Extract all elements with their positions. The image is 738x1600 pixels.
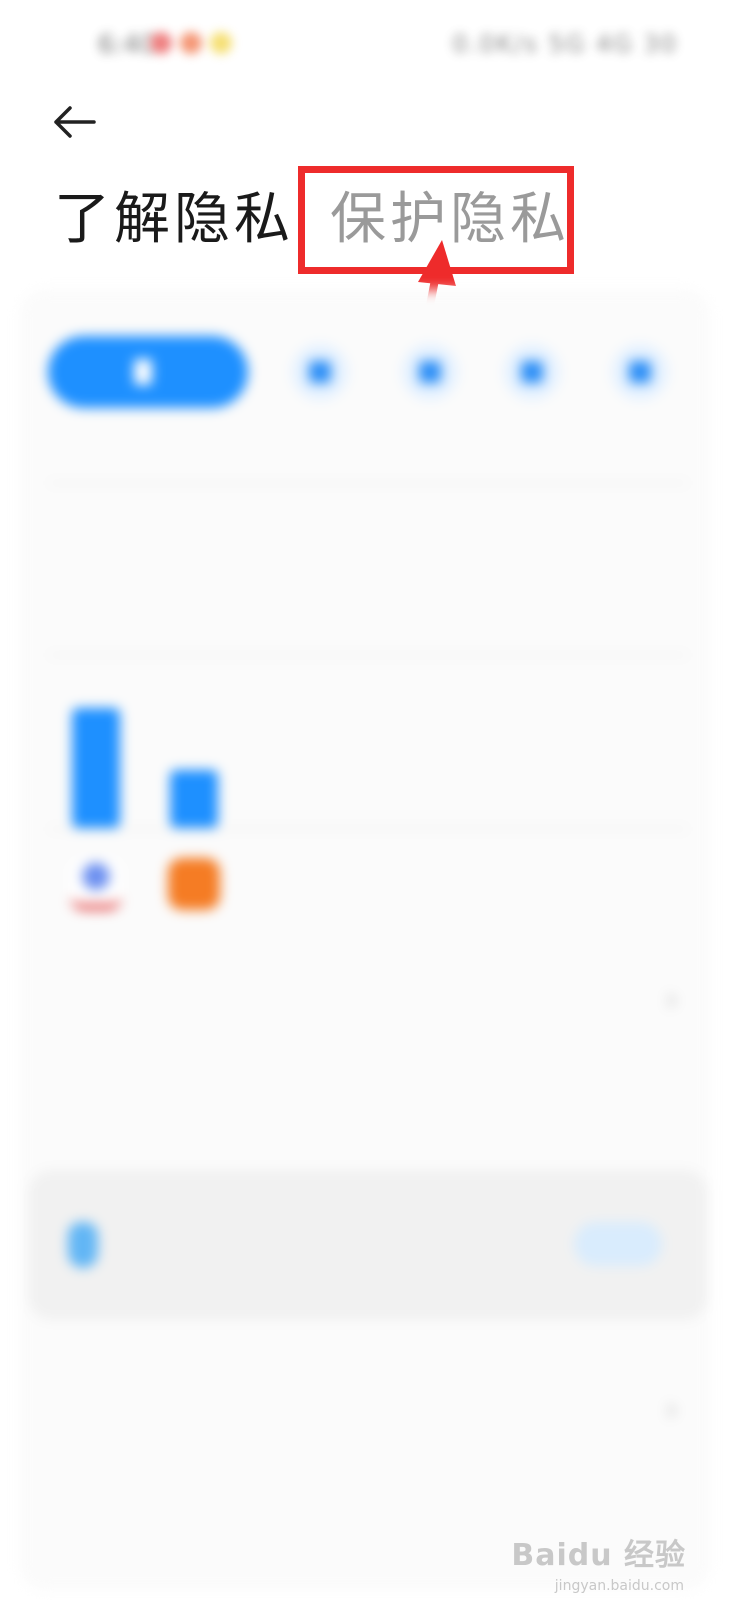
notification-icon — [210, 32, 232, 54]
annotation-highlight-box — [298, 166, 574, 274]
person-icon — [134, 359, 152, 385]
notification-icons — [150, 32, 232, 54]
baidu-watermark-url: jingyan.baidu.com — [554, 1578, 684, 1594]
app-icon — [70, 858, 122, 910]
privacy-content: › › — [0, 290, 738, 1600]
app-icon — [168, 858, 220, 910]
baidu-watermark: Baidu 经验 — [511, 1538, 686, 1573]
location-icon — [419, 361, 441, 383]
chart-gridline — [48, 482, 688, 484]
usage-bar[interactable] — [170, 770, 218, 828]
tab-understand-privacy[interactable]: 了解隐私 — [54, 180, 294, 260]
filter-location-button[interactable] — [402, 344, 458, 400]
filter-camera-button[interactable] — [504, 344, 560, 400]
filter-folder-button[interactable] — [612, 344, 668, 400]
chart-gridline — [48, 654, 688, 656]
notification-icon — [180, 32, 202, 54]
folder-icon — [629, 361, 651, 383]
person-icon — [309, 361, 331, 383]
status-time: 6:40 — [98, 30, 157, 60]
filter-pill-all[interactable] — [48, 336, 248, 408]
arrow-left-icon — [54, 106, 96, 138]
filter-person-button[interactable] — [292, 344, 348, 400]
usage-bar[interactable] — [72, 708, 120, 828]
content-card — [20, 290, 710, 1590]
notification-icon — [150, 32, 172, 54]
guard-card-button[interactable] — [574, 1222, 662, 1266]
camera-icon — [521, 361, 543, 383]
status-bar: 6:40 0.0K/s 5G 4G 30 — [0, 0, 738, 90]
chevron-right-icon: › — [665, 980, 678, 1018]
shield-icon — [68, 1222, 98, 1268]
chevron-right-icon: › — [665, 1390, 678, 1428]
chart-baseline — [48, 828, 688, 830]
back-button[interactable] — [48, 96, 100, 148]
privacy-guard-card[interactable] — [28, 1170, 708, 1320]
status-indicators: 0.0K/s 5G 4G 30 — [452, 30, 678, 58]
